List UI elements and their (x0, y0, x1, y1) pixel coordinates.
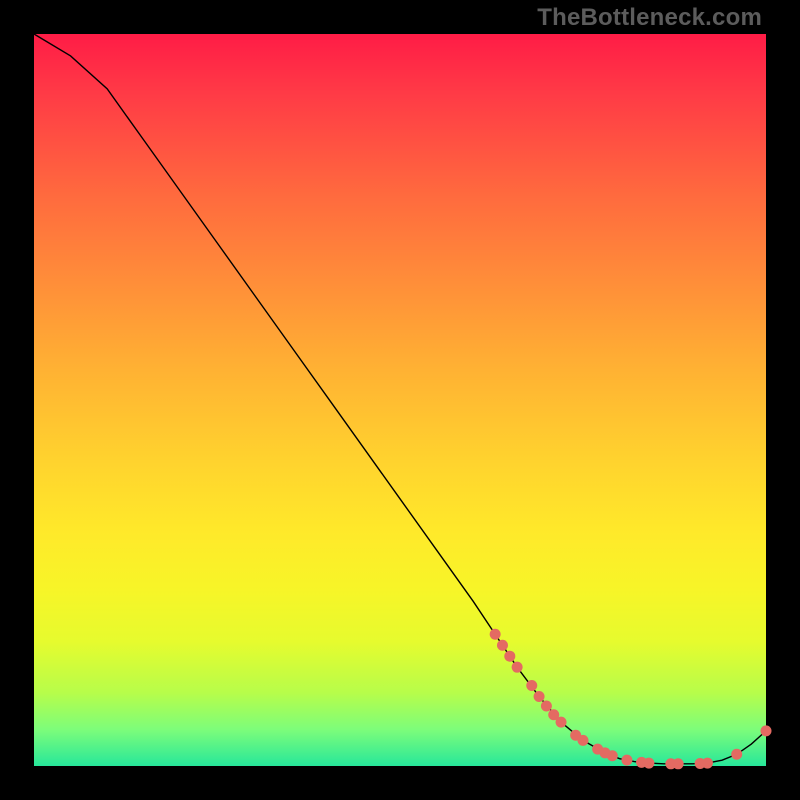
highlight-dot (607, 750, 618, 761)
highlight-dot (621, 755, 632, 766)
highlight-dot (731, 749, 742, 760)
highlight-dots-group (490, 629, 772, 770)
highlight-dot (702, 758, 713, 769)
highlight-dot (490, 629, 501, 640)
highlight-dot (556, 717, 567, 728)
highlight-dot (534, 691, 545, 702)
bottleneck-curve-path (34, 34, 766, 764)
chart-stage: TheBottleneck.com (0, 0, 800, 800)
highlight-dot (504, 651, 515, 662)
highlight-dot (673, 758, 684, 769)
highlight-dot (497, 640, 508, 651)
watermark-text: TheBottleneck.com (537, 4, 762, 32)
plot-svg (34, 34, 766, 766)
highlight-dot (643, 758, 654, 769)
highlight-dot (541, 700, 552, 711)
highlight-dot (512, 662, 523, 673)
highlight-dot (761, 725, 772, 736)
highlight-dot (578, 735, 589, 746)
highlight-dot (526, 680, 537, 691)
